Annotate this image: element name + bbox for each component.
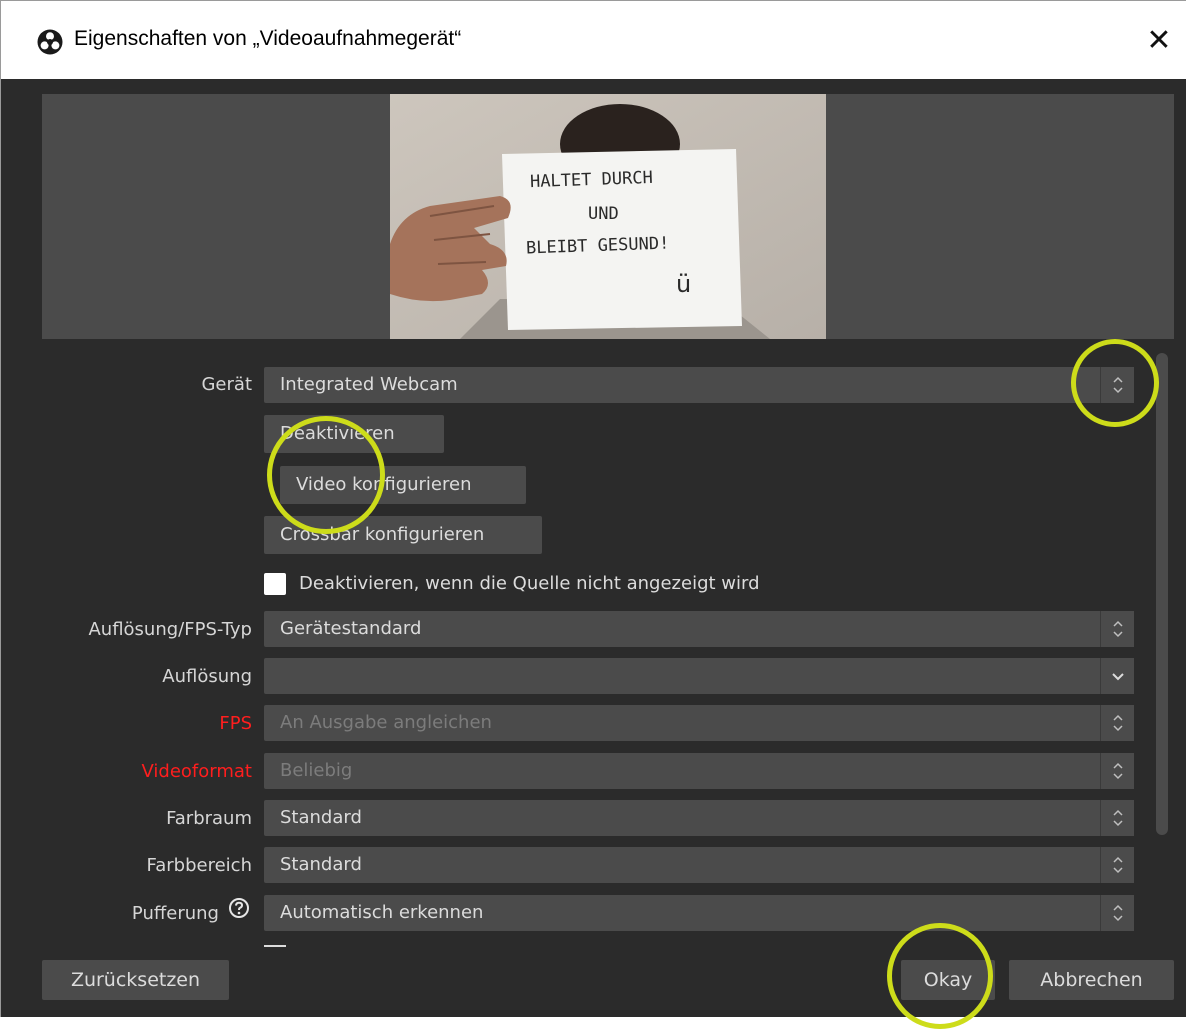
color-range-value: Standard: [280, 854, 362, 875]
updown-arrow-icon[interactable]: [1100, 847, 1134, 883]
webcam-preview: HALTET DURCH UND BLEIBT GESUND! ü: [390, 94, 826, 339]
resolution-fps-type-select[interactable]: Gerätestandard: [264, 611, 1134, 647]
buffering-label: Pufferung: [131, 903, 219, 924]
color-range-label: Farbbereich: [146, 855, 252, 876]
video-format-select[interactable]: Beliebig: [264, 753, 1134, 789]
resolution-fps-type-value: Gerätestandard: [280, 618, 422, 639]
video-format-label: Videoformat: [141, 761, 253, 782]
obs-logo-icon: [37, 29, 63, 55]
video-format-value: Beliebig: [280, 760, 353, 781]
fps-select[interactable]: An Ausgabe angleichen: [264, 705, 1134, 741]
color-space-select[interactable]: Standard: [264, 800, 1134, 836]
close-button[interactable]: ✕: [1131, 15, 1186, 67]
chevron-down-icon[interactable]: [1100, 658, 1134, 694]
updown-arrow-icon[interactable]: [1100, 611, 1134, 647]
properties-panel: Gerät Integrated Webcam Deaktivieren Vid…: [42, 351, 1174, 947]
reset-button[interactable]: Zurücksetzen: [42, 960, 229, 1000]
overflow-indicator: [264, 945, 286, 947]
color-space-value: Standard: [280, 807, 362, 828]
updown-arrow-icon[interactable]: [1100, 705, 1134, 741]
updown-arrow-icon[interactable]: [1100, 895, 1134, 931]
device-select[interactable]: Integrated Webcam: [264, 367, 1134, 403]
help-icon[interactable]: [228, 897, 250, 919]
sign-line-2: UND: [588, 204, 619, 224]
deactivate-when-hidden-checkbox[interactable]: [264, 573, 286, 595]
updown-arrow-icon[interactable]: [1100, 367, 1134, 403]
buffering-value: Automatisch erkennen: [280, 902, 484, 923]
sign-smiley: ü: [676, 270, 692, 298]
title-bar: Eigenschaften von „Videoaufnahmegerät“ ✕: [1, 1, 1186, 79]
configure-crossbar-button[interactable]: Crossbar konfigurieren: [264, 516, 542, 554]
deactivate-when-hidden-label: Deaktivieren, wenn die Quelle nicht ange…: [299, 573, 760, 594]
preview-area: HALTET DURCH UND BLEIBT GESUND! ü: [42, 94, 1174, 339]
properties-dialog: Eigenschaften von „Videoaufnahmegerät“ ✕: [0, 0, 1186, 1029]
fps-label: FPS: [219, 713, 252, 734]
updown-arrow-icon[interactable]: [1100, 800, 1134, 836]
cancel-button[interactable]: Abbrechen: [1009, 960, 1174, 1000]
resolution-label: Auflösung: [162, 666, 252, 687]
updown-arrow-icon[interactable]: [1100, 753, 1134, 789]
resolution-combo[interactable]: [264, 658, 1134, 694]
ok-button[interactable]: Okay: [901, 960, 995, 1000]
configure-video-button[interactable]: Video konfigurieren: [280, 466, 526, 504]
device-label: Gerät: [201, 374, 252, 395]
color-space-label: Farbraum: [166, 808, 252, 829]
fps-value: An Ausgabe angleichen: [280, 712, 492, 733]
window-title: Eigenschaften von „Videoaufnahmegerät“: [74, 27, 462, 50]
sign-line-1: HALTET DURCH: [529, 167, 654, 193]
resolution-fps-type-label: Auflösung/FPS-Typ: [88, 619, 252, 640]
deactivate-button[interactable]: Deaktivieren: [264, 415, 444, 453]
buffering-select[interactable]: Automatisch erkennen: [264, 895, 1134, 931]
device-select-value: Integrated Webcam: [280, 374, 458, 395]
scrollbar[interactable]: [1156, 353, 1168, 835]
color-range-select[interactable]: Standard: [264, 847, 1134, 883]
